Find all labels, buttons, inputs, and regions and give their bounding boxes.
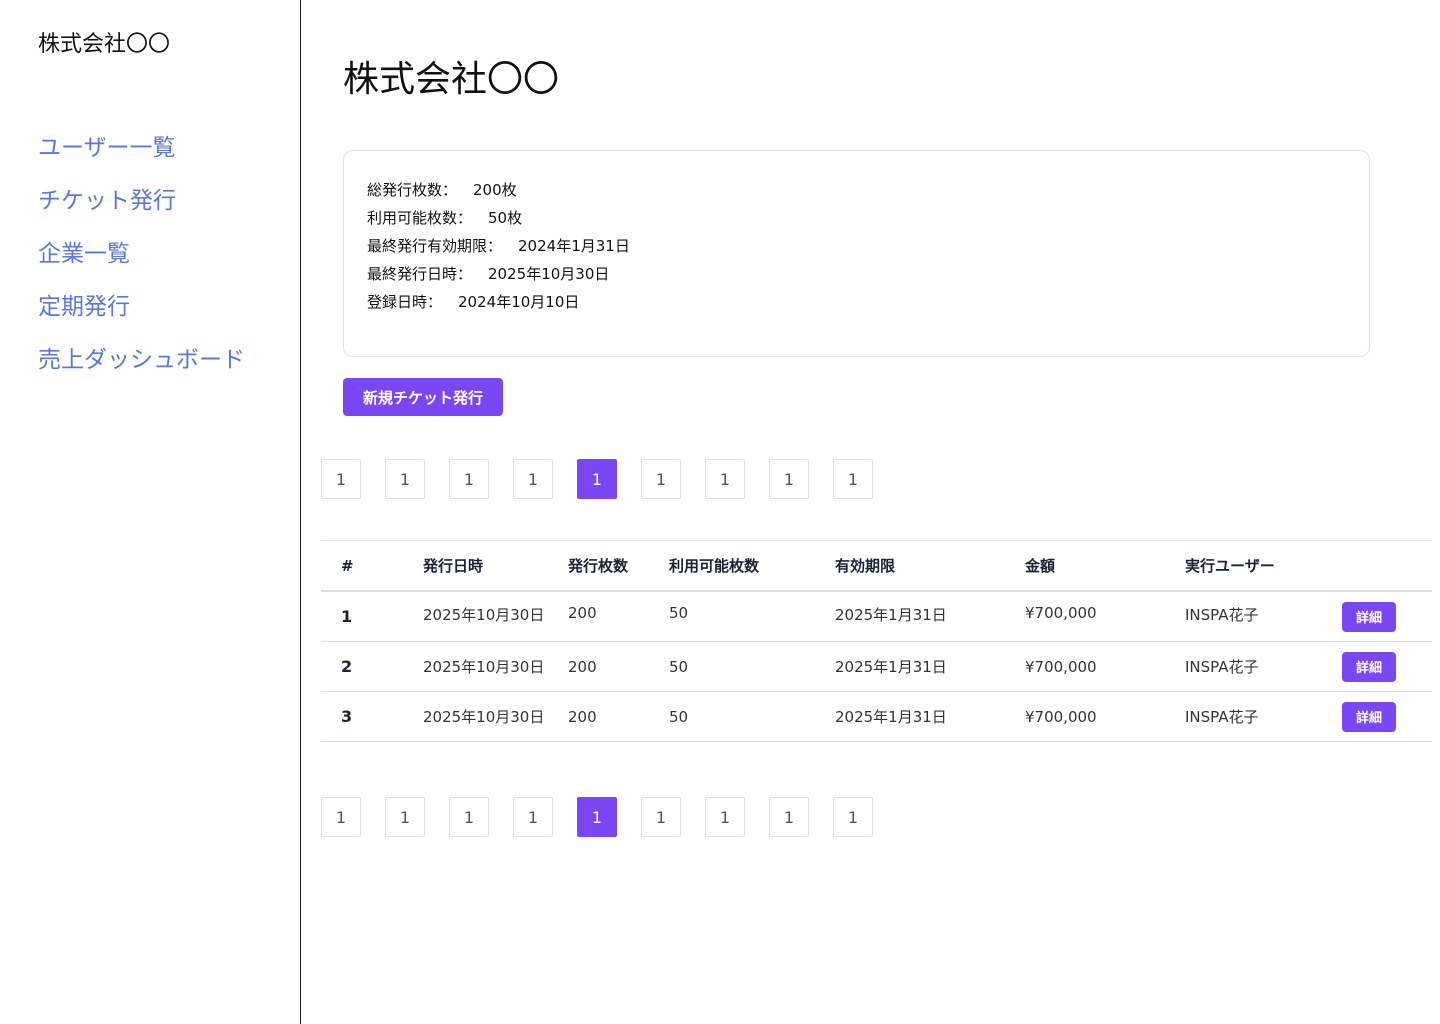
sidebar-item-ticket-issue[interactable]: チケット発行: [38, 175, 245, 228]
cell-issued-at: 2025年10月30日: [423, 691, 568, 742]
summary-value: 200枚: [473, 181, 517, 199]
summary-last-expiry: 最終発行有効期限： 2024年1月31日: [367, 232, 630, 260]
column-header-available: 利用可能枚数: [669, 540, 835, 592]
cell-expiry: 2025年1月31日: [835, 641, 1025, 692]
sidebar: 株式会社〇〇 ユーザー一覧 チケット発行 企業一覧 定期発行 売上ダッシュボード: [0, 0, 301, 1024]
table-row: 3 2025年10月30日 200 50 2025年1月31日 ¥700,000…: [321, 691, 1432, 742]
summary-value: 2025年10月30日: [488, 265, 610, 283]
page-button[interactable]: 1: [705, 459, 745, 499]
detail-button[interactable]: 詳細: [1342, 701, 1396, 732]
page-button[interactable]: 1: [513, 797, 553, 837]
summary-value: 2024年10月10日: [458, 293, 580, 311]
column-header-issued-at: 発行日時: [423, 540, 568, 592]
column-header-count: 発行枚数: [568, 540, 669, 592]
page-button[interactable]: 1: [641, 797, 681, 837]
sidebar-item-user-list[interactable]: ユーザー一覧: [38, 122, 245, 175]
cell-available: 50: [669, 591, 835, 642]
summary-last-issued: 最終発行日時： 2025年10月30日: [367, 260, 630, 288]
column-header-expiry: 有効期限: [835, 540, 1025, 592]
company-summary-card: 総発行枚数： 200枚 利用可能枚数： 50枚 最終発行有効期限： 2024年1月31…: [343, 150, 1370, 357]
cell-expiry: 2025年1月31日: [835, 591, 1025, 642]
page-button[interactable]: 1: [833, 459, 873, 499]
page-button-current[interactable]: 1: [577, 797, 617, 837]
cell-actions: 詳細: [1342, 591, 1432, 642]
page-button[interactable]: 1: [449, 797, 489, 837]
detail-button[interactable]: 詳細: [1342, 651, 1396, 682]
new-ticket-button[interactable]: 新規チケット発行: [343, 378, 503, 416]
summary-list: 総発行枚数： 200枚 利用可能枚数： 50枚 最終発行有効期限： 2024年1月31…: [367, 176, 630, 316]
cell-amount: ¥700,000: [1025, 591, 1185, 642]
row-number: 1: [321, 591, 423, 642]
page-button-current[interactable]: 1: [577, 459, 617, 499]
column-header-number: #: [321, 540, 423, 592]
page-button[interactable]: 1: [833, 797, 873, 837]
column-header-actions: [1342, 540, 1432, 592]
sidebar-company-name: 株式会社〇〇: [38, 32, 171, 57]
cell-available: 50: [669, 691, 835, 742]
cell-user: INSPA花子: [1185, 641, 1342, 692]
summary-value: 2024年1月31日: [518, 237, 630, 255]
summary-label: 総発行枚数：: [367, 181, 458, 199]
cell-expiry: 2025年1月31日: [835, 691, 1025, 742]
column-header-user: 実行ユーザー: [1185, 540, 1342, 592]
page-title: 株式会社〇〇: [343, 59, 560, 100]
cell-count: 200: [568, 691, 669, 742]
table-row: 2 2025年10月30日 200 50 2025年1月31日 ¥700,000…: [321, 641, 1432, 692]
detail-button[interactable]: 詳細: [1342, 601, 1396, 632]
page-button[interactable]: 1: [769, 459, 809, 499]
pagination-bottom: 1 1 1 1 1 1 1 1 1: [321, 797, 873, 837]
sidebar-nav: ユーザー一覧 チケット発行 企業一覧 定期発行 売上ダッシュボード: [38, 122, 245, 387]
ticket-history-table: # 発行日時 発行枚数 利用可能枚数 有効期限 金額 実行ユーザー 1 2025…: [321, 540, 1432, 742]
page-button[interactable]: 1: [321, 459, 361, 499]
summary-label: 登録日時：: [367, 293, 443, 311]
summary-registered: 登録日時： 2024年10月10日: [367, 288, 630, 316]
row-number: 3: [321, 691, 423, 742]
cell-actions: 詳細: [1342, 641, 1432, 692]
column-header-amount: 金額: [1025, 540, 1185, 592]
page-button[interactable]: 1: [385, 459, 425, 499]
page-button[interactable]: 1: [641, 459, 681, 499]
cell-actions: 詳細: [1342, 691, 1432, 742]
cell-count: 200: [568, 591, 669, 642]
sidebar-item-company-list[interactable]: 企業一覧: [38, 228, 245, 281]
row-number: 2: [321, 641, 423, 692]
summary-value: 50枚: [488, 209, 523, 227]
cell-user: INSPA花子: [1185, 691, 1342, 742]
summary-label: 利用可能枚数：: [367, 209, 473, 227]
summary-available: 利用可能枚数： 50枚: [367, 204, 630, 232]
page-button[interactable]: 1: [513, 459, 553, 499]
summary-label: 最終発行有効期限：: [367, 237, 503, 255]
cell-count: 200: [568, 641, 669, 692]
cell-available: 50: [669, 641, 835, 692]
summary-label: 最終発行日時：: [367, 265, 473, 283]
page-button[interactable]: 1: [705, 797, 745, 837]
cell-issued-at: 2025年10月30日: [423, 591, 568, 642]
pagination-top: 1 1 1 1 1 1 1 1 1: [321, 459, 873, 499]
page-button[interactable]: 1: [321, 797, 361, 837]
cell-user: INSPA花子: [1185, 591, 1342, 642]
page-button[interactable]: 1: [449, 459, 489, 499]
page-button[interactable]: 1: [385, 797, 425, 837]
cell-issued-at: 2025年10月30日: [423, 641, 568, 692]
sidebar-item-sales-dashboard[interactable]: 売上ダッシュボード: [38, 334, 245, 387]
cell-amount: ¥700,000: [1025, 641, 1185, 692]
table-row: 1 2025年10月30日 200 50 2025年1月31日 ¥700,000…: [321, 591, 1432, 642]
sidebar-item-periodic-issue[interactable]: 定期発行: [38, 281, 245, 334]
page-button[interactable]: 1: [769, 797, 809, 837]
cell-amount: ¥700,000: [1025, 691, 1185, 742]
table-header-row: # 発行日時 発行枚数 利用可能枚数 有効期限 金額 実行ユーザー: [321, 540, 1432, 592]
summary-total-issued: 総発行枚数： 200枚: [367, 176, 630, 204]
